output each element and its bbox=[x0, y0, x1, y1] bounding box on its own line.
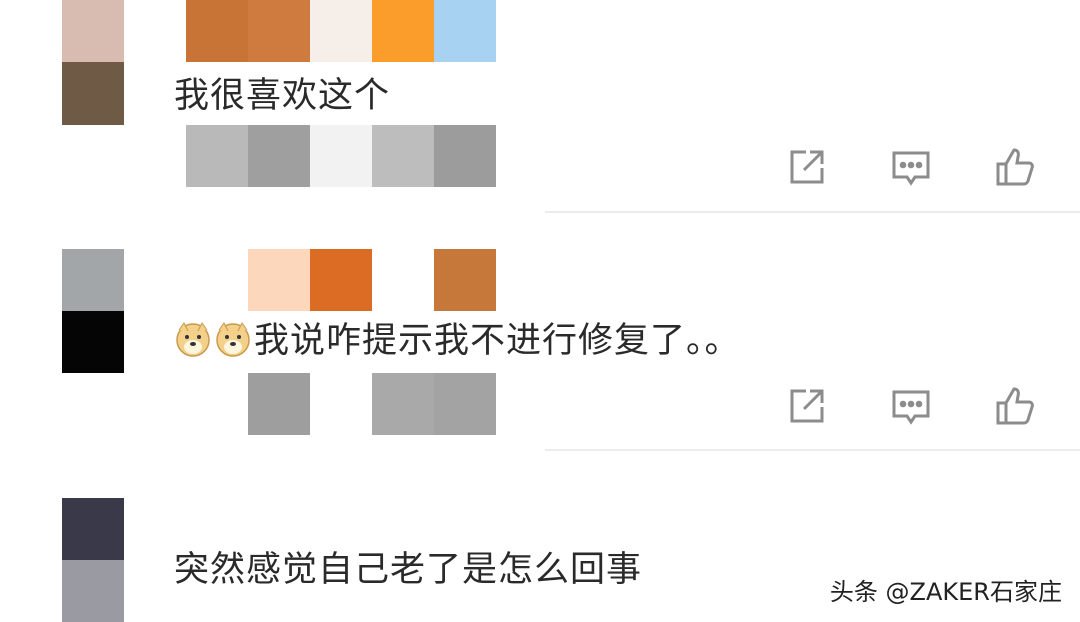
comment-actions bbox=[784, 383, 1038, 429]
comment-item: 我说咋提示我不进行修复了。。 bbox=[0, 249, 1080, 449]
avatar[interactable] bbox=[62, 0, 124, 125]
comment-icon[interactable] bbox=[888, 383, 934, 429]
doge-emoji bbox=[176, 322, 210, 357]
comment-actions bbox=[784, 144, 1038, 190]
divider bbox=[545, 211, 1080, 213]
share-icon[interactable] bbox=[784, 383, 830, 429]
comment-item: 我很喜欢这个 bbox=[0, 0, 1080, 212]
avatar[interactable] bbox=[62, 249, 124, 373]
blurred-username bbox=[186, 0, 498, 62]
blurred-meta bbox=[186, 125, 498, 187]
comment-text-content: 我说咋提示我不进行修复了。。 bbox=[254, 321, 741, 361]
comment-text: 我说咋提示我不进行修复了。。 bbox=[174, 319, 741, 363]
thumbs-up-icon[interactable] bbox=[992, 144, 1038, 190]
blurred-meta bbox=[186, 373, 498, 435]
comment-text: 我很喜欢这个 bbox=[174, 76, 391, 116]
share-icon[interactable] bbox=[784, 144, 830, 190]
doge-emoji bbox=[216, 322, 250, 357]
comment-icon[interactable] bbox=[888, 144, 934, 190]
watermark: 头条 @ZAKER石家庄 bbox=[829, 578, 1062, 606]
avatar[interactable] bbox=[62, 498, 124, 622]
thumbs-up-icon[interactable] bbox=[992, 383, 1038, 429]
comment-text: 突然感觉自己老了是怎么回事 bbox=[174, 550, 643, 590]
divider bbox=[545, 449, 1080, 451]
blurred-username bbox=[186, 249, 498, 311]
